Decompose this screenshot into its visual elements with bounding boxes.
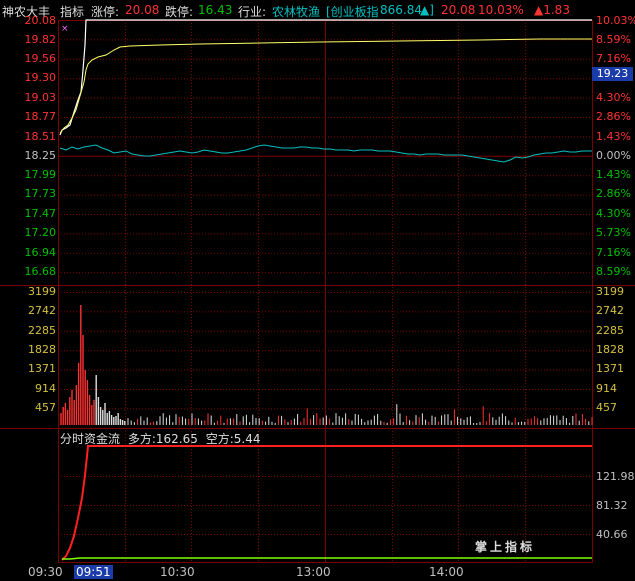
volume-tick: 2285 [596, 324, 624, 337]
volume-tick: 3199 [596, 285, 624, 298]
pct-tick: 5.73% [596, 226, 631, 239]
volume-tick: 1828 [596, 343, 624, 356]
volume-tick: 1371 [596, 362, 624, 375]
volume-tick: 1828 [28, 343, 56, 356]
price-tick: 19.82 [24, 33, 57, 46]
short-label: 空方: [205, 432, 234, 446]
pct-tick: 1.43% [596, 168, 631, 181]
pct-tick: 4.30% [596, 91, 631, 104]
volume-tick: 2742 [596, 304, 624, 317]
price-tick: 19.56 [24, 52, 57, 65]
price-tick: 19.30 [24, 71, 57, 84]
marker-icon: × [61, 24, 69, 34]
time-tick: 13:00 [296, 565, 331, 579]
price-tick: 17.47 [24, 207, 57, 220]
price-tick: 17.20 [24, 226, 57, 239]
pct-tick: 4.30% [596, 207, 631, 220]
pct-tick: 2.86% [596, 110, 631, 123]
time-tick: 09:30 [28, 565, 63, 579]
long-value: 162.65 [155, 432, 198, 446]
pct-tick: 1.43% [596, 130, 631, 143]
volume-bars [60, 305, 593, 425]
pct-tick: 7.16% [596, 246, 631, 259]
pct-tick: 10.03% [596, 14, 635, 27]
flow-tick: 121.98 [596, 470, 635, 483]
pct-tick: 8.59% [596, 265, 631, 278]
price-tick: 20.08 [24, 14, 57, 27]
price-tick: 17.73 [24, 187, 57, 200]
pct-tick: 0.00% [596, 149, 631, 162]
time-cursor[interactable]: 09:51 [74, 565, 113, 579]
time-tick: 14:00 [429, 565, 464, 579]
intraday-chart[interactable]: × [0, 0, 635, 581]
short-value: 5.44 [233, 432, 261, 446]
pct-tick: 2.86% [596, 187, 631, 200]
current-price-badge: 19.23 [592, 67, 633, 81]
short-flow-line [62, 557, 592, 560]
volume-tick: 914 [596, 382, 617, 395]
price-tick: 17.99 [24, 168, 57, 181]
flow-tick: 40.66 [596, 528, 628, 541]
price-tick: 16.68 [24, 265, 57, 278]
price-tick: 18.51 [24, 130, 57, 143]
price-tick: 16.94 [24, 246, 57, 259]
volume-tick: 2742 [28, 304, 56, 317]
price-tick: 18.25 [24, 149, 57, 162]
time-tick: 10:30 [160, 565, 195, 579]
volume-tick: 457 [35, 401, 56, 414]
volume-tick: 3199 [28, 285, 56, 298]
volume-tick: 457 [596, 401, 617, 414]
fund-flow-header: 分时资金流 多方:162.65 空方:5.44 [60, 430, 260, 447]
flow-tick: 81.32 [596, 499, 628, 512]
pct-tick: 7.16% [596, 52, 631, 65]
price-tick: 19.03 [24, 91, 57, 104]
price-tick: 18.77 [24, 110, 57, 123]
volume-tick: 2285 [28, 324, 56, 337]
watermark: 掌上指标 [475, 540, 536, 554]
pct-tick: 8.59% [596, 33, 631, 46]
long-label: 多方: [127, 432, 156, 446]
volume-tick: 914 [35, 382, 56, 395]
grid-lines [58, 20, 592, 562]
volume-tick: 1371 [28, 362, 56, 375]
fund-flow-title[interactable]: 分时资金流 [60, 432, 120, 446]
